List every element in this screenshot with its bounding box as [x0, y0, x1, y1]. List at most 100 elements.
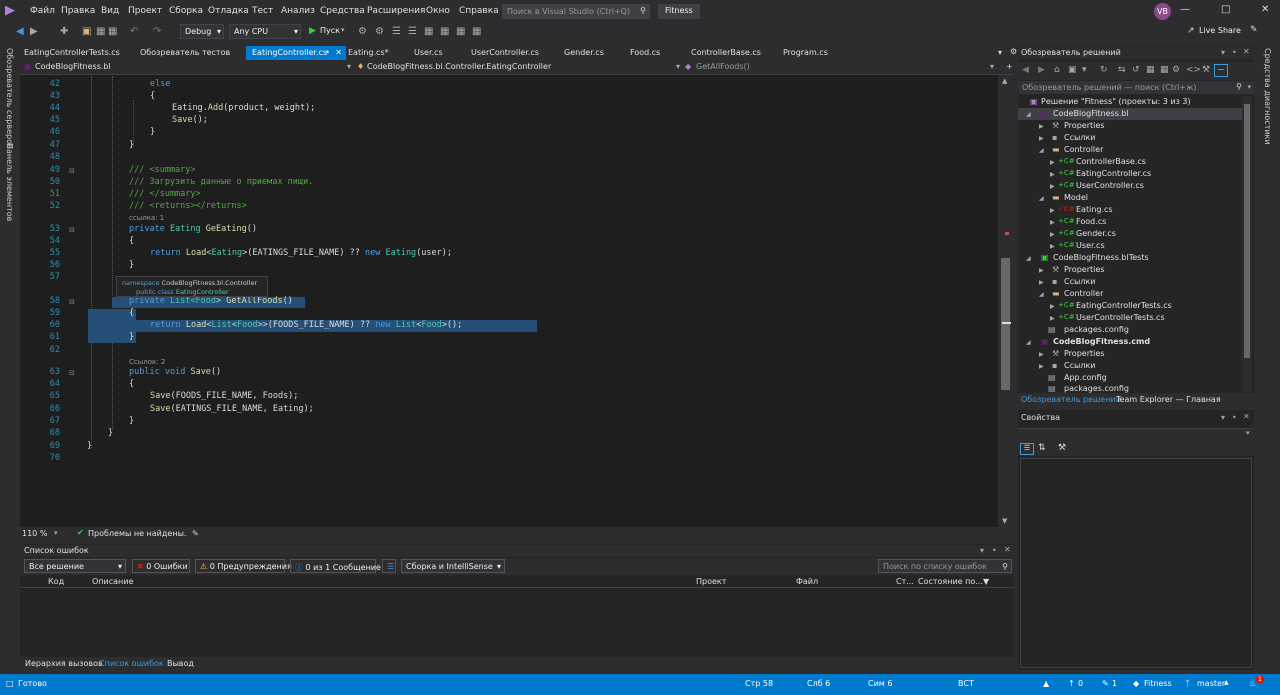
filter-icon[interactable]: ▼	[983, 577, 989, 586]
run-button[interactable]: Пуск	[320, 26, 340, 35]
project-dropdown[interactable]: CodeBlogFitness.bl	[35, 62, 111, 74]
search-input[interactable]: Поиск в Visual Studio (Ctrl+Q) ⚲	[502, 4, 650, 19]
zoom-level[interactable]: 110 %	[22, 529, 47, 538]
toolbar-option-icon[interactable]: ☰	[392, 26, 401, 37]
status-insert-mode[interactable]: ВСТ	[958, 679, 974, 688]
status-char[interactable]: Сим 6	[868, 679, 892, 688]
tree-item-file[interactable]: Gender.cs	[1076, 229, 1116, 238]
scroll-up-icon[interactable]: ▲	[1002, 77, 1007, 85]
chevron-down-icon[interactable]: ▾	[676, 62, 680, 74]
collapsed-icon[interactable]: ▶	[1050, 219, 1055, 226]
column-code[interactable]: Код	[48, 577, 64, 586]
close-icon[interactable]: ✕	[1243, 412, 1250, 421]
home-icon[interactable]: ⌂	[1054, 65, 1060, 75]
pin-icon[interactable]: •	[992, 546, 997, 555]
collapsed-icon[interactable]: ▶	[1050, 315, 1055, 322]
column-state[interactable]: Состояние по...	[918, 577, 983, 586]
expand-icon[interactable]: ◢	[1039, 291, 1044, 298]
expand-icon[interactable]: ◢	[1026, 255, 1031, 262]
tab-user-controller[interactable]: UserController.cs	[465, 46, 545, 60]
avatar[interactable]: VB	[1154, 3, 1171, 20]
column-project[interactable]: Проект	[696, 577, 726, 586]
error-search-input[interactable]: Поиск по списку ошибок ⚲	[878, 559, 1012, 573]
scroll-down-icon[interactable]: ▼	[1002, 517, 1007, 525]
collapsed-icon[interactable]: ▶	[1050, 171, 1055, 178]
maximize-icon[interactable]: □	[1221, 4, 1230, 15]
config-select[interactable]: Debug ▾	[180, 24, 224, 39]
collapsed-icon[interactable]: ▶	[1039, 135, 1044, 142]
member-dropdown[interactable]: GetAllFoods()	[696, 62, 750, 74]
history-icon[interactable]: ↻	[1100, 65, 1108, 75]
expand-icon[interactable]: ◢	[1026, 339, 1031, 346]
switch-views-icon[interactable]: ▣	[1068, 65, 1077, 75]
cleanup-icon[interactable]: ✎	[192, 529, 199, 538]
toolbar-option-icon[interactable]: ▦	[424, 26, 433, 37]
save-icon[interactable]: ▦	[96, 26, 105, 37]
collapsed-icon[interactable]: ▶	[1050, 207, 1055, 214]
collapsed-icon[interactable]: ▶	[1039, 123, 1044, 130]
expand-icon[interactable]: ◢	[1039, 147, 1044, 154]
collapsed-icon[interactable]: ▶	[1039, 363, 1044, 370]
scope-select[interactable]: Все решение ▾	[24, 559, 126, 573]
menu-window[interactable]: Окно	[426, 6, 450, 16]
pencil-icon[interactable]: ✎	[1102, 679, 1109, 688]
status-repo[interactable]: Fitness	[1144, 679, 1172, 688]
back-icon[interactable]: ◀	[1022, 65, 1029, 75]
settings-icon[interactable]: ⚙	[1010, 47, 1017, 56]
pin-icon[interactable]: •	[325, 48, 330, 57]
column-file[interactable]: Файл	[796, 577, 818, 586]
run-icon[interactable]: ▶	[309, 26, 316, 36]
refresh-icon[interactable]: ↺	[1132, 65, 1140, 75]
pin-icon[interactable]: ▲	[1043, 679, 1049, 688]
tree-item-file[interactable]: packages.config	[1064, 325, 1129, 334]
solution-search-input[interactable]: Обозреватель решений — поиск (Ctrl+ж) ⚲ …	[1018, 81, 1254, 94]
push-icon[interactable]: ↑	[1068, 679, 1075, 688]
server-explorer-tab[interactable]: Обозреватель серверов	[5, 48, 14, 149]
build-filter-icon[interactable]: ☰	[382, 559, 396, 573]
tree-item-properties[interactable]: Properties	[1064, 349, 1104, 358]
issues-status[interactable]: Проблемы не найдены.	[88, 529, 186, 538]
collapsed-icon[interactable]: ▶	[1050, 243, 1055, 250]
errors-filter-button[interactable]: ✖ 0 Ошибки	[132, 559, 190, 573]
tree-item-file[interactable]: EatingController.cs	[1076, 169, 1151, 178]
menu-debug[interactable]: Отладка	[208, 6, 249, 16]
menu-tools[interactable]: Средства	[320, 6, 365, 16]
tab-solution-explorer[interactable]: Обозреватель решений	[1021, 395, 1121, 404]
alphabetical-icon[interactable]: ⇅	[1038, 443, 1046, 453]
menu-test[interactable]: Тест	[252, 6, 273, 16]
show-all-files-icon[interactable]: ▦	[1160, 65, 1169, 75]
tab-error-list[interactable]: Список ошибок	[96, 659, 167, 668]
status-branch[interactable]: master	[1197, 679, 1225, 688]
tab-output[interactable]: Вывод	[164, 659, 197, 668]
tab-user[interactable]: User.cs	[408, 46, 449, 60]
menu-help[interactable]: Справка	[459, 6, 499, 16]
codelens-references[interactable]: Ссылок: 2	[129, 358, 165, 366]
menu-view[interactable]: Вид	[101, 6, 119, 16]
properties-icon[interactable]: ⚙	[1172, 65, 1180, 75]
chevron-down-icon[interactable]: ▾	[980, 546, 984, 555]
open-folder-icon[interactable]: ▣	[82, 26, 91, 37]
chevron-down-icon[interactable]: ▾	[1221, 48, 1225, 57]
tree-item-project[interactable]: CodeBlogFitness.bl	[1053, 109, 1129, 118]
undo-icon[interactable]: ↶	[130, 26, 138, 37]
tree-item-file[interactable]: ControllerBase.cs	[1076, 157, 1146, 166]
status-column[interactable]: Слб 6	[807, 679, 830, 688]
close-icon[interactable]: ✕	[335, 48, 342, 57]
menu-edit[interactable]: Правка	[61, 6, 95, 16]
tree-item-folder[interactable]: Controller	[1064, 145, 1103, 154]
collapsed-icon[interactable]: ▶	[1039, 279, 1044, 286]
tree-item-solution[interactable]: Решение "Fitness" (проекты: 3 из 3)	[1041, 97, 1191, 106]
tree-item-file[interactable]: Food.cs	[1076, 217, 1106, 226]
property-pages-icon[interactable]: ⚒	[1058, 443, 1066, 453]
tab-gender[interactable]: Gender.cs	[558, 46, 610, 60]
collapse-all-icon[interactable]: ▦	[1146, 65, 1155, 75]
live-share-icon[interactable]: ↗	[1187, 26, 1195, 36]
chevron-down-icon[interactable]: ▾	[54, 529, 58, 537]
minimize-icon[interactable]: —	[1180, 4, 1190, 15]
warnings-filter-button[interactable]: ⚠ 0 Предупреждения	[195, 559, 292, 573]
collapsed-icon[interactable]: ▶	[1050, 303, 1055, 310]
close-icon[interactable]: ✕	[1004, 545, 1011, 554]
forward-icon[interactable]: ▶	[1038, 65, 1045, 75]
menu-file[interactable]: Файл	[30, 6, 55, 16]
status-push-count[interactable]: 0	[1078, 679, 1083, 688]
